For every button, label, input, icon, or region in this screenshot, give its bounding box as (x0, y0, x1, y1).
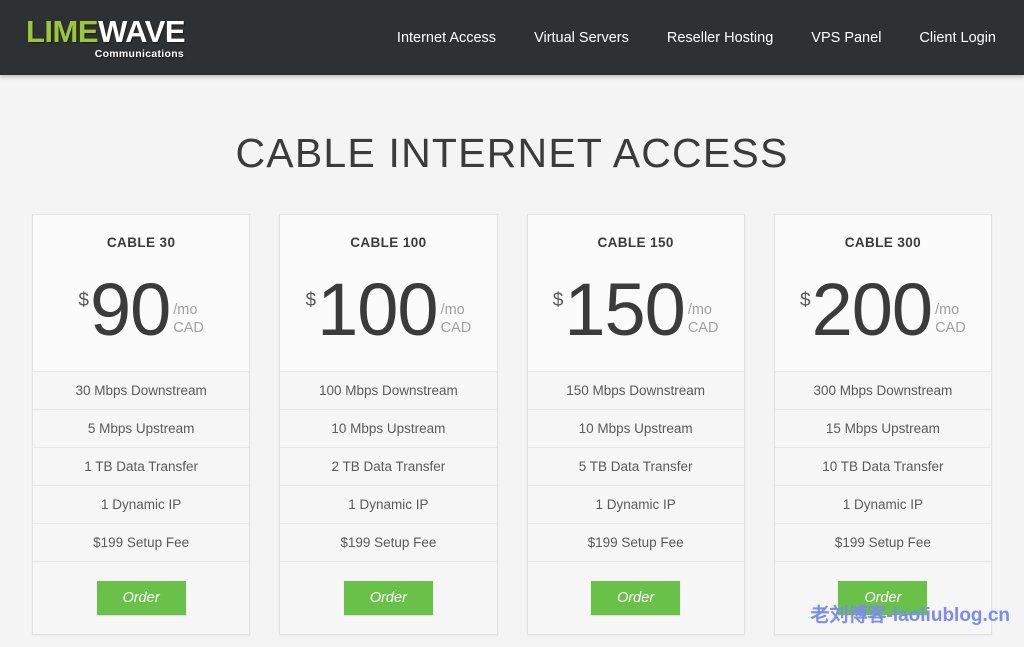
plan-feature-list: 300 Mbps Downstream 15 Mbps Upstream 10 … (775, 372, 991, 562)
plan-footer: Order (528, 562, 744, 634)
plan-name: CABLE 100 (290, 235, 486, 250)
order-button[interactable]: Order (591, 581, 680, 615)
price-period: /mo (441, 302, 472, 320)
order-button[interactable]: Order (344, 581, 433, 615)
plan-price: $ 90 /mo CAD (33, 256, 249, 372)
nav-item-internet-access[interactable]: Internet Access (397, 30, 496, 46)
plan-price: $ 100 /mo CAD (280, 256, 496, 372)
plan-feature: 30 Mbps Downstream (33, 372, 249, 410)
price-period: /mo (173, 302, 204, 320)
order-button[interactable]: Order (97, 581, 186, 615)
site-logo[interactable]: LIMEWAVE Communications (26, 16, 185, 60)
plan-feature: 5 TB Data Transfer (528, 448, 744, 486)
plan-feature: 10 Mbps Upstream (280, 410, 496, 448)
price-amount: 150 (564, 276, 684, 344)
price-period: /mo (688, 302, 719, 320)
nav-item-client-login[interactable]: Client Login (919, 30, 996, 46)
price-amount: 90 (90, 276, 170, 344)
plan-name: CABLE 150 (538, 235, 734, 250)
price-currency-symbol: $ (800, 290, 811, 312)
plan-card-cable-300: CABLE 300 $ 200 /mo CAD 300 Mbps Downstr… (774, 214, 992, 635)
price-amount: 200 (812, 276, 932, 344)
price-currency-symbol: $ (553, 290, 564, 312)
plan-feature-list: 150 Mbps Downstream 10 Mbps Upstream 5 T… (528, 372, 744, 562)
logo-text-lime: LIME (26, 14, 98, 49)
plan-footer: Order (775, 562, 991, 634)
nav-item-virtual-servers[interactable]: Virtual Servers (534, 30, 629, 46)
logo-wordmark: LIMEWAVE (26, 16, 185, 47)
plan-feature: $199 Setup Fee (528, 524, 744, 562)
plan-feature: 1 Dynamic IP (775, 486, 991, 524)
plan-feature: 1 Dynamic IP (33, 486, 249, 524)
nav-item-reseller-hosting[interactable]: Reseller Hosting (667, 30, 773, 46)
plan-card-cable-150: CABLE 150 $ 150 /mo CAD 150 Mbps Downstr… (527, 214, 745, 635)
plan-feature: 1 Dynamic IP (280, 486, 496, 524)
plan-card-cable-100: CABLE 100 $ 100 /mo CAD 100 Mbps Downstr… (279, 214, 497, 635)
plan-card-cable-30: CABLE 30 $ 90 /mo CAD 30 Mbps Downstream… (32, 214, 250, 635)
price-currency-symbol: $ (78, 290, 89, 312)
logo-text-wave: WAVE (98, 14, 185, 49)
plan-price: $ 150 /mo CAD (528, 256, 744, 372)
plan-footer: Order (280, 562, 496, 634)
price-period: /mo (935, 302, 966, 320)
plan-feature: $199 Setup Fee (280, 524, 496, 562)
price-unit: CAD (173, 320, 204, 338)
plan-footer: Order (33, 562, 249, 634)
price-unit: CAD (441, 320, 472, 338)
price-amount: 100 (317, 276, 437, 344)
plan-header: CABLE 100 (280, 215, 496, 256)
logo-subtitle: Communications (95, 49, 184, 60)
plan-name: CABLE 30 (43, 235, 239, 250)
plan-feature-list: 100 Mbps Downstream 10 Mbps Upstream 2 T… (280, 372, 496, 562)
plan-feature: 100 Mbps Downstream (280, 372, 496, 410)
plan-feature: 5 Mbps Upstream (33, 410, 249, 448)
page-title: CABLE INTERNET ACCESS (0, 130, 1024, 177)
price-currency-symbol: $ (306, 290, 317, 312)
order-button[interactable]: Order (838, 581, 927, 615)
plan-feature: $199 Setup Fee (775, 524, 991, 562)
plan-feature: $199 Setup Fee (33, 524, 249, 562)
plan-header: CABLE 30 (33, 215, 249, 256)
plan-feature: 150 Mbps Downstream (528, 372, 744, 410)
nav-item-vps-panel[interactable]: VPS Panel (811, 30, 881, 46)
price-unit: CAD (935, 320, 966, 338)
plan-feature: 10 TB Data Transfer (775, 448, 991, 486)
plan-feature: 2 TB Data Transfer (280, 448, 496, 486)
site-header: LIMEWAVE Communications Internet Access … (0, 0, 1024, 75)
plan-feature: 1 Dynamic IP (528, 486, 744, 524)
price-unit: CAD (688, 320, 719, 338)
plan-header: CABLE 300 (775, 215, 991, 256)
pricing-table: CABLE 30 $ 90 /mo CAD 30 Mbps Downstream… (0, 214, 1024, 635)
plan-price: $ 200 /mo CAD (775, 256, 991, 372)
plan-feature: 1 TB Data Transfer (33, 448, 249, 486)
plan-header: CABLE 150 (528, 215, 744, 256)
plan-feature-list: 30 Mbps Downstream 5 Mbps Upstream 1 TB … (33, 372, 249, 562)
plan-feature: 10 Mbps Upstream (528, 410, 744, 448)
plan-name: CABLE 300 (785, 235, 981, 250)
main-navigation: Internet Access Virtual Servers Reseller… (397, 30, 996, 46)
plan-feature: 300 Mbps Downstream (775, 372, 991, 410)
plan-feature: 15 Mbps Upstream (775, 410, 991, 448)
